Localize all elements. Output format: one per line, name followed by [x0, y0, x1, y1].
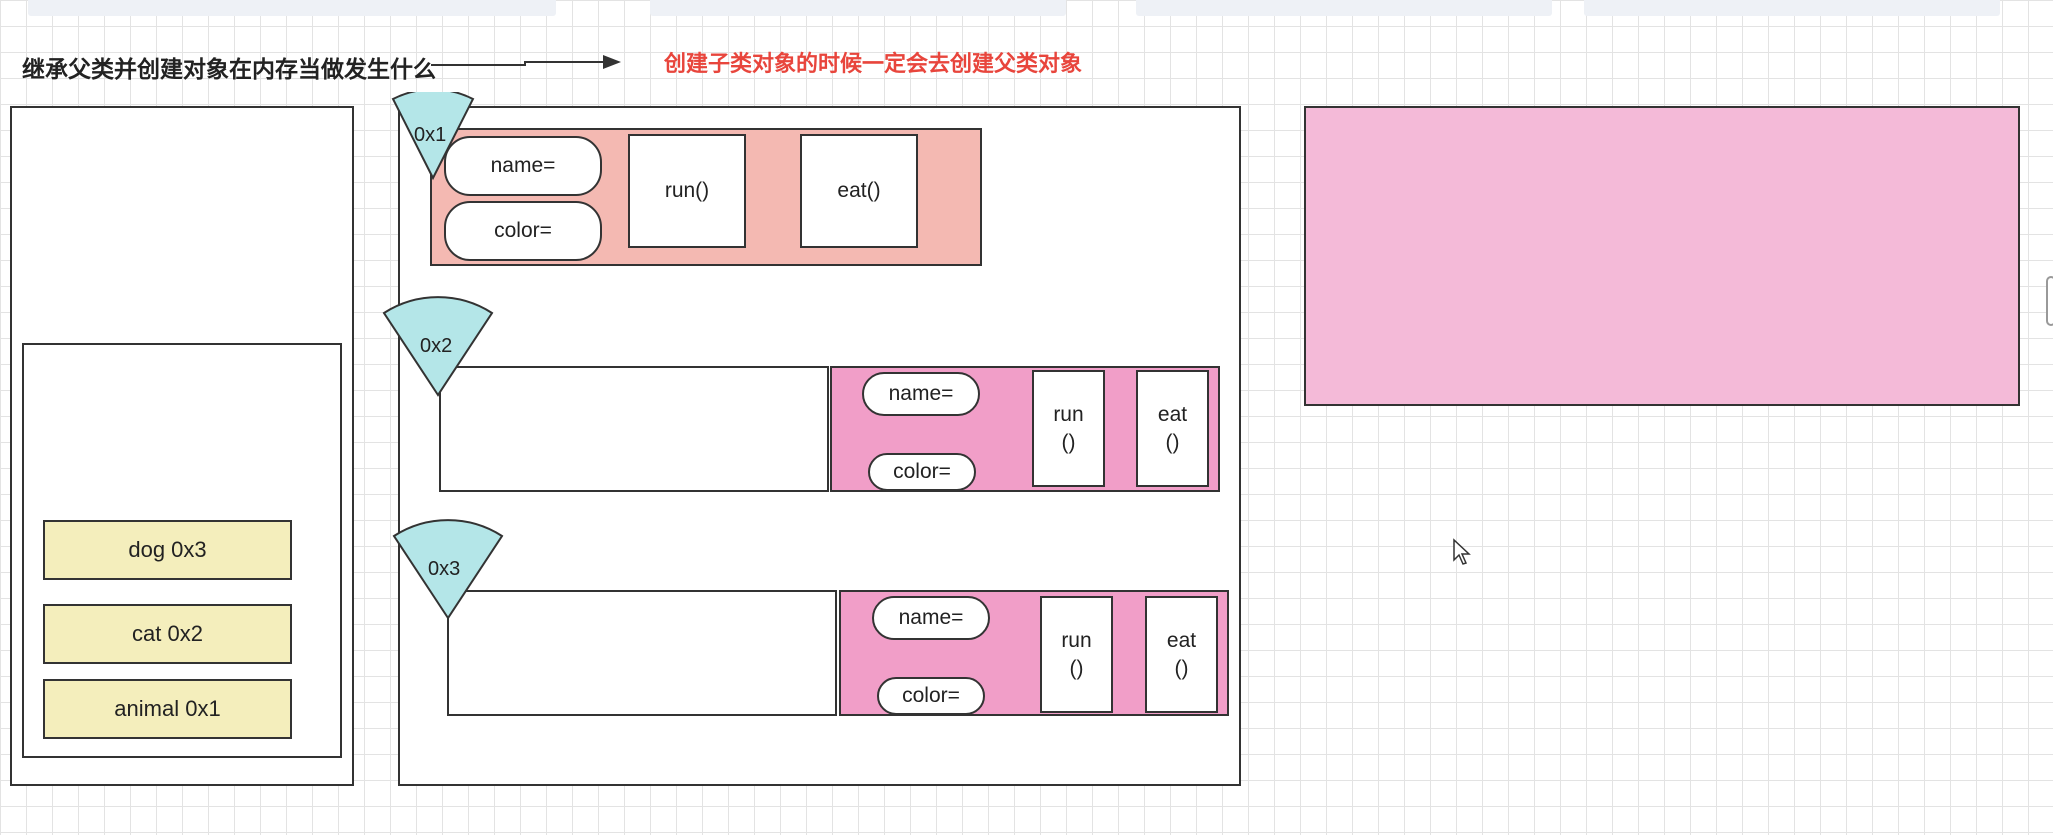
- object-0x3-name-field[interactable]: name=: [872, 596, 990, 640]
- top-bar-fragment: [1136, 0, 1552, 16]
- object-0x3-run-method[interactable]: run (): [1040, 596, 1113, 713]
- scroll-handle[interactable]: [2046, 276, 2053, 326]
- object-0x2-name-field[interactable]: name=: [862, 372, 980, 416]
- arrow-connector: [431, 55, 621, 69]
- object-0x2-child-part[interactable]: [439, 366, 829, 492]
- address-label-0x3: 0x3: [428, 558, 461, 580]
- object-0x3-eat-method[interactable]: eat (): [1145, 596, 1218, 713]
- object-0x2-run-method[interactable]: run (): [1032, 370, 1105, 487]
- object-0x2-eat-method[interactable]: eat (): [1136, 370, 1209, 487]
- top-bar-fragment: [650, 0, 1066, 16]
- object-0x1-eat-method[interactable]: eat(): [800, 134, 918, 248]
- object-0x1-color-field[interactable]: color=: [444, 201, 602, 261]
- address-label-0x2: 0x2: [420, 335, 453, 357]
- object-0x2-color-field[interactable]: color=: [868, 453, 976, 491]
- cursor-arrow-icon: [1453, 538, 1471, 565]
- pink-panel[interactable]: [1304, 106, 2020, 406]
- object-0x3-color-field[interactable]: color=: [877, 677, 985, 715]
- top-bar-fragment: [1584, 0, 2000, 16]
- address-label-0x1: 0x1: [414, 124, 447, 146]
- stack-item-animal[interactable]: animal 0x1: [43, 679, 292, 739]
- stack-item-dog[interactable]: dog 0x3: [43, 520, 292, 580]
- top-bar-fragment: [28, 0, 556, 16]
- diagram-title: 继承父类并创建对象在内存当做发生什么: [22, 56, 436, 82]
- object-0x1-run-method[interactable]: run(): [628, 134, 746, 248]
- stack-item-cat[interactable]: cat 0x2: [43, 604, 292, 664]
- note-text: 创建子类对象的时候一定会去创建父类对象: [664, 51, 1083, 76]
